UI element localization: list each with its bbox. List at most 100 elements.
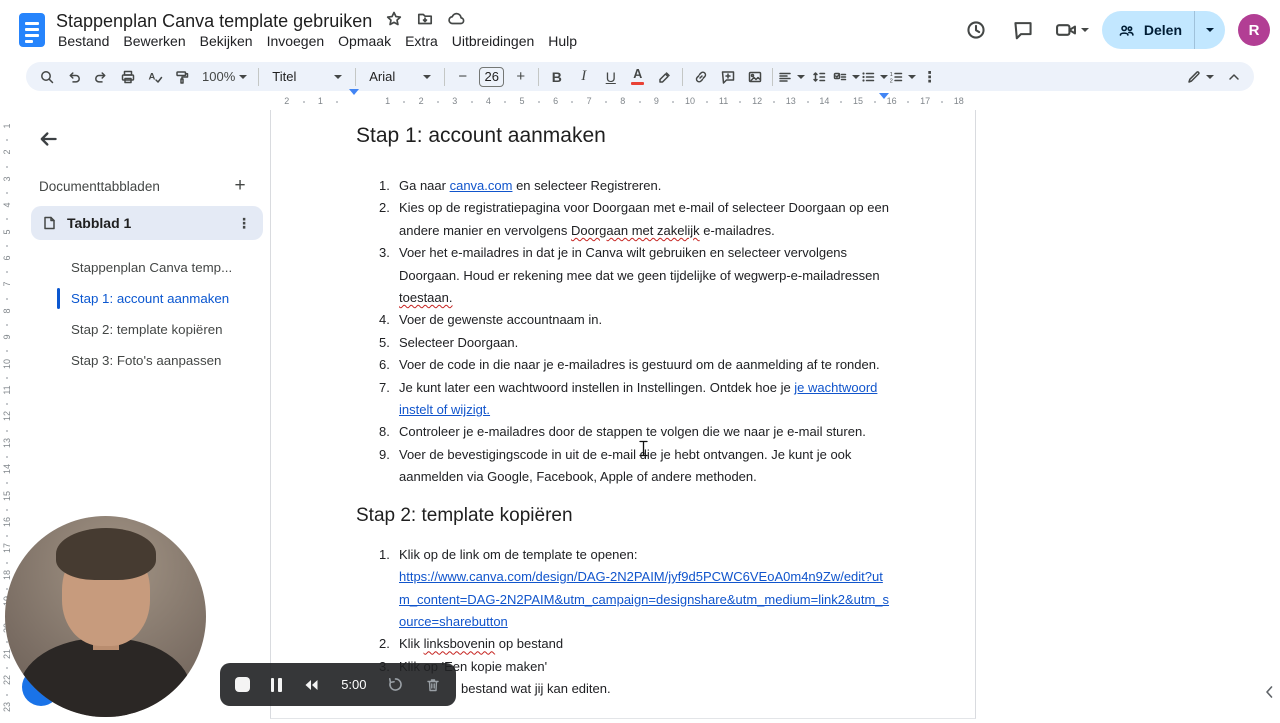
menu-hulp[interactable]: Hulp [541, 31, 584, 51]
collapse-panel-icon[interactable] [1261, 682, 1277, 702]
list-item: 2. Klik linksbovenin op bestand [356, 633, 916, 655]
numbered-list-button[interactable]: 12 [888, 64, 917, 90]
menu-bekijken[interactable]: Bekijken [193, 31, 260, 51]
recording-controls: 5:00 [220, 663, 456, 706]
print-icon[interactable] [114, 64, 141, 90]
restart-icon[interactable] [387, 676, 404, 693]
font-size-decrease[interactable]: − [449, 64, 476, 90]
avatar[interactable]: R [1238, 14, 1270, 46]
ruler-tick [6, 376, 8, 379]
horizontal-ruler[interactable]: 2 1 1 2 3 4 5 6 7 8 9 10 11 12 13 14 15 16 17 18 [0, 89, 1280, 116]
ruler-number: 5 [2, 229, 12, 235]
kebab-icon[interactable]: ⋮ [235, 215, 253, 232]
doc-link[interactable]: https://www.canva.com/design/DAG-2N2PAIM… [399, 566, 891, 633]
text-color-button[interactable]: A [624, 64, 651, 90]
doc-link[interactable]: canva.com [450, 178, 513, 193]
stop-icon[interactable] [235, 677, 250, 692]
text-run: Je kunt later een wachtwoord instellen i… [399, 379, 795, 395]
list-item: 2. Kies op de registratiepagina voor Door… [356, 197, 916, 242]
document-page[interactable]: Stap 1: account aanmaken 1. Ga naar canva.… [270, 110, 976, 719]
video-call-button[interactable] [1051, 19, 1093, 41]
list-number: 2. [379, 636, 390, 652]
ruler-tick [504, 101, 507, 103]
ruler-tick [6, 667, 8, 670]
ruler-tick [873, 101, 876, 103]
svg-text:A: A [148, 71, 155, 82]
paragraph-style-select[interactable]: Titel [263, 64, 351, 90]
dropdown-caret-icon[interactable] [1080, 28, 1089, 32]
menu-extra[interactable]: Extra [398, 31, 445, 51]
list-text: bestand wat jij kan editen. [461, 678, 953, 700]
share-button[interactable]: Delen [1101, 11, 1225, 49]
ruler-tick [6, 324, 8, 326]
list-text: Voer de code in die naar je e-mailadres … [399, 354, 891, 376]
font-size-increase[interactable]: + [507, 64, 534, 90]
back-arrow-icon[interactable] [33, 124, 63, 154]
docs-logo[interactable] [19, 13, 45, 47]
history-icon[interactable] [957, 11, 995, 49]
outline-item[interactable]: Stap 3: Foto's aanpassen [15, 345, 270, 376]
checklist-button[interactable] [832, 64, 861, 90]
insert-image-icon[interactable] [741, 64, 768, 90]
ruler-tick [806, 101, 809, 103]
ruler-tick [403, 101, 406, 103]
document-title[interactable]: Stappenplan Canva template gebruiken [56, 11, 372, 32]
star-icon[interactable] [385, 10, 403, 33]
underline-button[interactable]: U [597, 64, 624, 90]
move-folder-icon[interactable] [416, 10, 434, 33]
pause-icon[interactable] [270, 677, 282, 692]
highlight-button[interactable] [651, 64, 678, 90]
share-options-caret[interactable] [1195, 11, 1225, 49]
insert-link-icon[interactable] [687, 64, 714, 90]
align-button[interactable] [777, 64, 806, 90]
outline-item[interactable]: Stap 1: account aanmaken [15, 283, 270, 314]
text-color-icon: A [631, 68, 645, 86]
collapse-toolbar-icon[interactable] [1220, 64, 1247, 90]
outline-item[interactable]: Stappenplan Canva temp... [15, 252, 270, 283]
bold-button[interactable]: B [543, 64, 570, 90]
more-options-icon[interactable]: ⋮ [916, 64, 943, 90]
webcam-overlay[interactable] [5, 516, 206, 717]
ruler-number: 5 [519, 96, 525, 106]
ruler-number: 10 [684, 96, 696, 106]
ruler-tick [6, 350, 8, 353]
zoom-select[interactable]: 100% [195, 64, 254, 90]
list-item: 1. Klik op de link om de template te open… [356, 544, 916, 634]
rewind-icon[interactable] [302, 678, 320, 692]
add-comment-icon[interactable] [714, 64, 741, 90]
ruler-number: 6 [553, 96, 559, 106]
list-text: Je kunt later een wachtwoord instellen i… [399, 377, 891, 422]
menu-opmaak[interactable]: Opmaak [331, 31, 398, 51]
menu-bestand[interactable]: Bestand [51, 31, 116, 51]
ruler-number: 2 [284, 96, 290, 106]
ruler-number: 16 [2, 516, 12, 528]
top-bar: Stappenplan Canva template gebruiken Bes… [0, 0, 1280, 60]
paint-format-icon[interactable] [168, 64, 195, 90]
font-size-input[interactable]: 26 [479, 66, 505, 87]
ruler-tick [336, 101, 339, 103]
font-select[interactable]: Arial [360, 64, 440, 90]
search-icon[interactable] [33, 64, 60, 90]
text-run: linksbovenin [423, 636, 496, 652]
menu-invoegen[interactable]: Invoegen [260, 31, 332, 51]
bulleted-list-button[interactable] [860, 64, 889, 90]
outline-item[interactable]: Stap 2: template kopiëren [15, 314, 270, 345]
redo-icon[interactable] [87, 64, 114, 90]
editing-mode-button[interactable] [1186, 64, 1214, 90]
ruler-number: 10 [2, 358, 12, 369]
text-run: Voer de gewenste accountnaam in. [399, 312, 603, 328]
tab-item-selected[interactable]: Tabblad 1 ⋮ [31, 206, 263, 240]
menu-uitbreidingen[interactable]: Uitbreidingen [445, 31, 542, 51]
italic-button[interactable]: I [570, 64, 597, 90]
text-run: e-mailadres. [699, 222, 775, 238]
undo-icon[interactable] [60, 64, 87, 90]
cloud-status-icon[interactable] [447, 10, 465, 33]
line-spacing-button[interactable] [805, 64, 832, 90]
add-tab-icon[interactable]: + [228, 174, 252, 198]
spellcheck-icon[interactable]: A [141, 64, 168, 90]
menu-bewerken[interactable]: Bewerken [116, 31, 192, 51]
trash-icon[interactable] [425, 677, 441, 693]
comments-icon[interactable] [1004, 11, 1042, 49]
ruler-tick [6, 535, 8, 538]
ruler-tick [470, 101, 473, 103]
